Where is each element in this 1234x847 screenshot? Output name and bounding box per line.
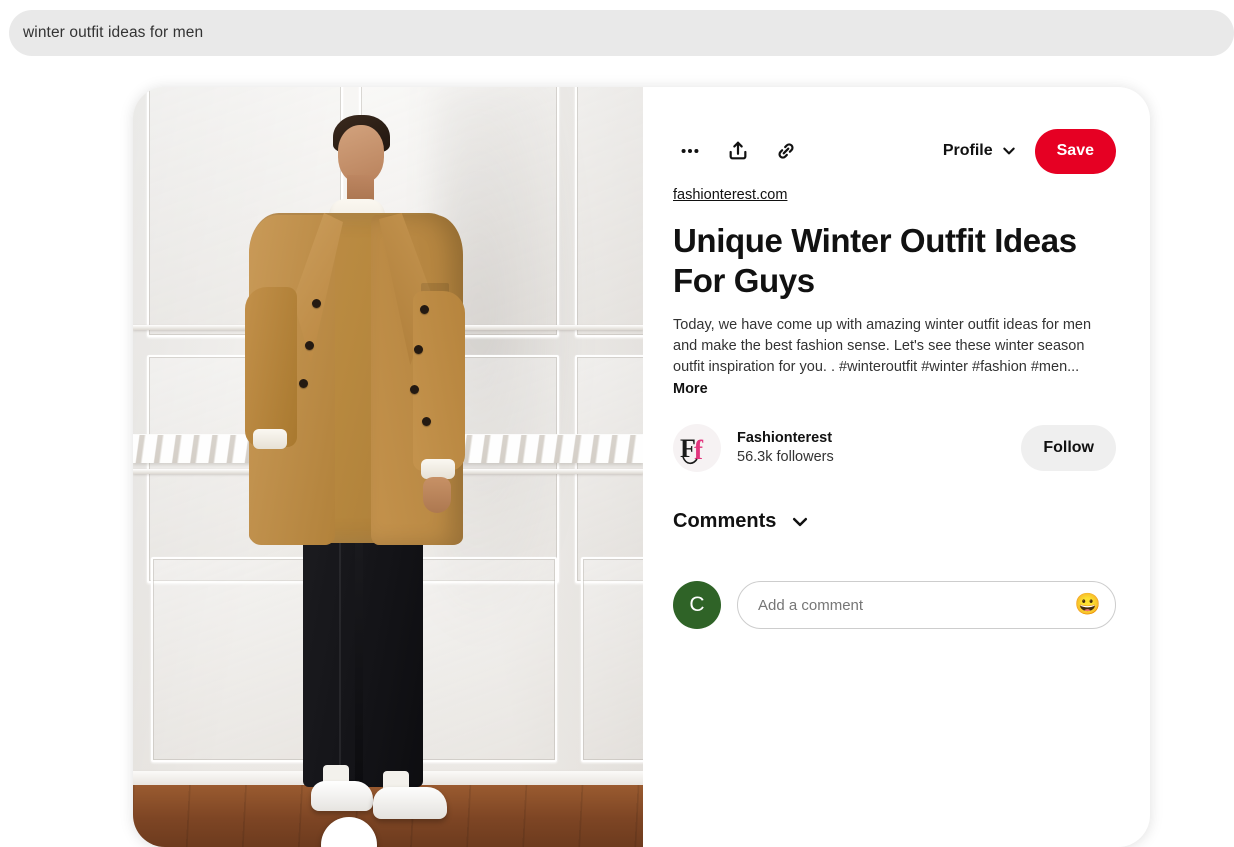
coat-button [312, 299, 321, 308]
chevron-down-icon [1002, 147, 1015, 155]
search-bar[interactable]: winter outfit ideas for men [9, 10, 1234, 56]
comment-composer: C 😀 [673, 581, 1116, 630]
save-button[interactable]: Save [1034, 128, 1116, 174]
follow-button[interactable]: Follow [1021, 425, 1116, 472]
comments-toggle[interactable]: Comments [673, 510, 1116, 533]
share-button[interactable] [721, 134, 755, 168]
model-arm-left [245, 287, 297, 447]
creator-meta: Fashionterest 56.3k followers [737, 429, 834, 468]
model-hand-right [423, 477, 451, 513]
model-cuff-right [421, 459, 455, 479]
coat-button [410, 385, 419, 394]
coat-button [420, 305, 429, 314]
source-domain-link[interactable]: fashionterest.com [673, 187, 787, 203]
board-profile-dropdown[interactable]: Profile [943, 142, 1017, 160]
pin-description-text: Today, we have come up with amazing wint… [673, 316, 1092, 376]
model-sneaker-right [373, 787, 447, 819]
pin-detail-card: Profile Save fashionterest.com Unique Wi… [133, 87, 1150, 847]
search-input[interactable]: winter outfit ideas for men [23, 24, 203, 42]
coat-button [414, 345, 423, 354]
pin-title: Unique Winter Outfit Ideas For Guys [673, 222, 1077, 299]
coat-button [299, 379, 308, 388]
pin-description: Today, we have come up with amazing wint… [673, 315, 1113, 400]
emoji-picker-button[interactable]: 😀 [1073, 590, 1103, 620]
creator-avatar[interactable]: F f [673, 424, 721, 473]
ellipsis-icon [681, 148, 699, 154]
more-options-button[interactable] [673, 134, 707, 168]
creator-name[interactable]: Fashionterest [737, 429, 834, 449]
pin-image-container[interactable] [133, 87, 643, 847]
chevron-down-icon [793, 517, 808, 526]
share-icon [729, 141, 747, 160]
coat-button [422, 417, 431, 426]
fashionterest-logo-icon: F f [680, 434, 704, 465]
pin-action-row: Profile Save [673, 127, 1116, 175]
pin-image[interactable] [133, 87, 643, 847]
link-icon [778, 143, 794, 159]
creator-follower-count: 56.3k followers [737, 449, 834, 466]
model-cuff-left [253, 429, 287, 449]
comment-input-wrapper[interactable]: 😀 [737, 581, 1116, 630]
comment-input[interactable] [758, 596, 1073, 614]
board-profile-label: Profile [942, 142, 993, 159]
model-arm-right [413, 291, 465, 471]
scene-model [133, 87, 643, 847]
pin-info-panel: Profile Save fashionterest.com Unique Wi… [643, 87, 1150, 847]
current-user-avatar[interactable]: C [673, 581, 721, 630]
coat-button [305, 341, 314, 350]
description-more-link[interactable]: More [673, 381, 708, 397]
model-sneaker-left [311, 781, 373, 811]
comments-heading: Comments [673, 510, 777, 533]
creator-row: F f Fashionterest 56.3k followers Follow [673, 422, 1116, 474]
copy-link-button[interactable] [769, 134, 803, 168]
model-leg-gap [355, 517, 363, 787]
